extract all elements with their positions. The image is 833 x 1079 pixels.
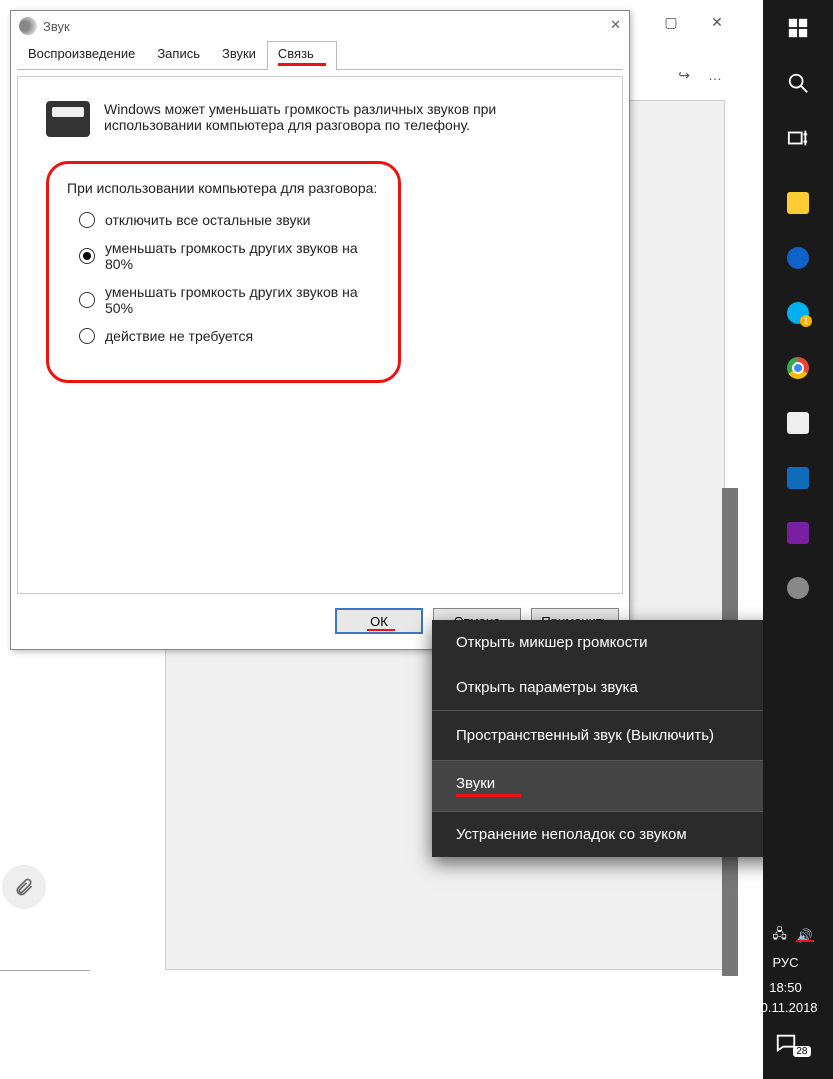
dialog-titlebar[interactable]: Звук ✕ xyxy=(11,11,629,41)
red-underline-annotation xyxy=(456,794,521,797)
chrome-icon[interactable] xyxy=(763,340,833,395)
task-view-icon[interactable] xyxy=(763,110,833,165)
radio-reduce-80[interactable]: уменьшать громкость других звуков на 80% xyxy=(79,240,380,272)
radio-icon xyxy=(79,212,95,228)
edge-icon[interactable] xyxy=(763,230,833,285)
language-indicator[interactable]: РУС xyxy=(772,955,798,970)
radio-icon xyxy=(79,292,95,308)
red-underline-annotation xyxy=(367,629,395,631)
speaker-icon xyxy=(19,17,37,35)
radio-label: уменьшать громкость других звуков на 50% xyxy=(105,284,380,316)
clock-time: 18:50 xyxy=(753,978,817,998)
menu-item-label: Открыть параметры звука xyxy=(456,679,638,696)
action-center-icon[interactable]: 28 xyxy=(751,1025,821,1061)
app-icon[interactable] xyxy=(763,560,833,615)
menu-item-label: Звуки xyxy=(456,775,521,797)
tab-panel: Windows может уменьшать громкость различ… xyxy=(17,76,623,594)
share-icon[interactable]: ↪ xyxy=(678,67,690,84)
tab-strip: Воспроизведение Запись Звуки Связь xyxy=(17,41,623,70)
tab-sounds[interactable]: Звуки xyxy=(211,41,267,70)
notification-badge: 28 xyxy=(793,1046,810,1057)
clock[interactable]: 18:50 30.11.2018 xyxy=(753,978,817,1017)
bg-close-button[interactable]: ✕ xyxy=(694,0,740,45)
taskbar: 1 ‹ 🖧 🔊 РУС 18:50 30.11.2018 28 xyxy=(763,0,833,1079)
onenote-icon[interactable] xyxy=(763,505,833,560)
tray-expand-icon[interactable]: ‹ xyxy=(758,929,762,944)
menu-item-label: Пространственный звук (Выключить) xyxy=(456,727,714,744)
radio-label: отключить все остальные звуки xyxy=(105,212,310,228)
red-underline-annotation xyxy=(796,940,814,942)
ok-button[interactable]: ОК xyxy=(335,608,423,634)
radio-icon xyxy=(79,328,95,344)
outlook-icon[interactable] xyxy=(763,450,833,505)
tab-recording[interactable]: Запись xyxy=(146,41,211,70)
attach-button[interactable] xyxy=(2,865,46,909)
bg-maximize-button[interactable]: ▢ xyxy=(648,0,694,45)
menu-item-label: Открыть микшер громкости xyxy=(456,634,648,651)
menu-item-label: Устранение неполадок со звуком xyxy=(456,826,687,843)
panel-description: Windows может уменьшать громкость различ… xyxy=(104,101,594,133)
network-icon[interactable]: 🖧 xyxy=(772,925,787,947)
options-group: При использовании компьютера для разгово… xyxy=(46,161,401,383)
red-underline-annotation xyxy=(278,63,326,66)
divider xyxy=(0,970,90,971)
dialog-close-button[interactable]: ✕ xyxy=(610,17,621,33)
dialog-title: Звук xyxy=(43,19,70,34)
paperclip-icon xyxy=(14,877,34,897)
menu-item-text: Звуки xyxy=(456,775,495,792)
ok-button-label: ОК xyxy=(370,614,388,629)
radio-reduce-50[interactable]: уменьшать громкость других звуков на 50% xyxy=(79,284,380,316)
group-label: При использовании компьютера для разгово… xyxy=(67,180,380,196)
sound-dialog: Звук ✕ Воспроизведение Запись Звуки Связ… xyxy=(10,10,630,650)
phone-icon xyxy=(46,101,90,137)
radio-label: действие не требуется xyxy=(105,328,253,344)
radio-label: уменьшать громкость других звуков на 80% xyxy=(105,240,380,272)
search-icon[interactable] xyxy=(763,55,833,110)
file-explorer-icon[interactable] xyxy=(763,175,833,230)
radio-icon xyxy=(79,248,95,264)
skype-icon[interactable]: 1 xyxy=(763,285,833,340)
tab-communications[interactable]: Связь xyxy=(267,41,337,70)
tab-communications-label: Связь xyxy=(278,46,314,61)
tab-playback[interactable]: Воспроизведение xyxy=(17,41,146,70)
volume-icon[interactable]: 🔊 xyxy=(797,928,813,944)
monitor-app-icon[interactable] xyxy=(763,395,833,450)
start-icon[interactable] xyxy=(763,0,833,55)
radio-mute-all[interactable]: отключить все остальные звуки xyxy=(79,212,380,228)
system-tray: ‹ 🖧 🔊 РУС 18:50 30.11.2018 28 xyxy=(738,915,833,1079)
clock-date: 30.11.2018 xyxy=(753,998,817,1018)
more-icon[interactable]: … xyxy=(708,67,722,83)
radio-do-nothing[interactable]: действие не требуется xyxy=(79,328,380,344)
